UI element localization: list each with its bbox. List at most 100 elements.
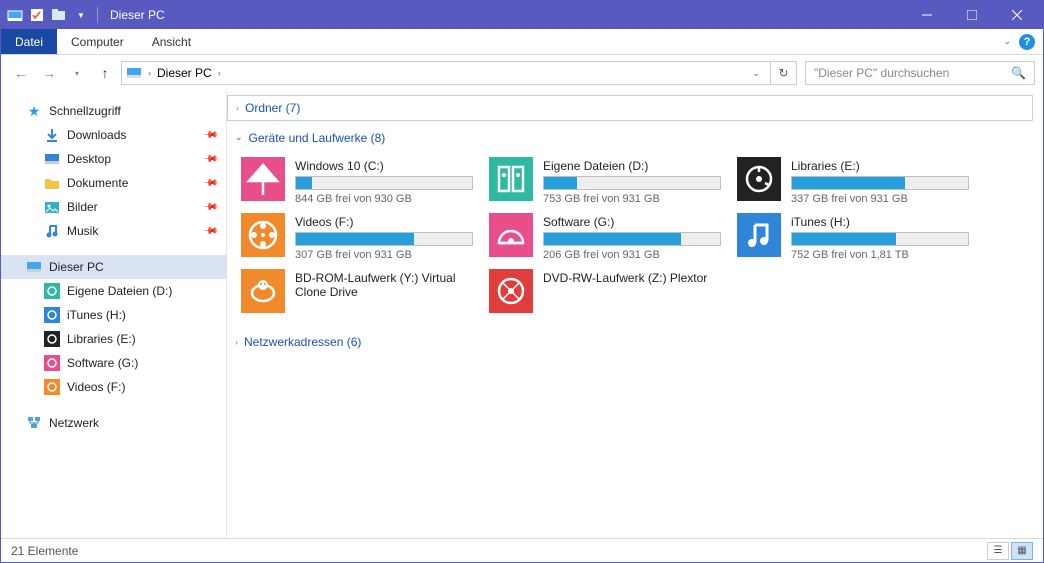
drive-tile[interactable]: BD-ROM-Laufwerk (Y:) Virtual Clone Drive [235, 265, 483, 321]
drive-tile[interactable]: DVD-RW-Laufwerk (Z:) Plextor [483, 265, 731, 321]
sidebar-network[interactable]: Netzwerk [1, 411, 226, 435]
drive-usage-bar [791, 232, 969, 246]
sidebar-quick-access[interactable]: ★ Schnellzugriff [1, 99, 226, 123]
drive-tile[interactable]: Windows 10 (C:) 844 GB frei von 930 GB [235, 153, 483, 209]
ribbon-tab-view[interactable]: Ansicht [138, 29, 205, 54]
drive-name: Windows 10 (C:) [295, 159, 477, 173]
drive-icon [241, 269, 285, 313]
drive-tile[interactable]: Videos (F:)307 GB frei von 931 GB [235, 209, 483, 265]
qat-dropdown-icon[interactable]: ▼ [71, 5, 91, 25]
back-button[interactable]: ← [9, 61, 33, 85]
sidebar-quick-item[interactable]: Dokumente📌 [1, 171, 226, 195]
sidebar-item-label: Libraries (E:) [67, 332, 136, 346]
qat-new-folder-icon[interactable] [49, 5, 69, 25]
drive-tile[interactable]: Software (G:) 206 GB frei von 931 GB [483, 209, 731, 265]
titlebar: ▼ Dieser PC [1, 1, 1043, 29]
pc-icon [25, 258, 43, 276]
drive-stat: 337 GB frei von 931 GB [791, 193, 973, 205]
refresh-button[interactable]: ↻ [771, 61, 797, 85]
sidebar-quick-item[interactable]: Downloads📌 [1, 123, 226, 147]
drive-icon [737, 213, 781, 257]
drive-tile[interactable]: Libraries (E:) 337 GB frei von 931 GB [731, 153, 979, 209]
sidebar-quick-item[interactable]: Desktop 📌 [1, 147, 226, 171]
drive-usage-bar [791, 176, 969, 190]
sidebar-item-label: Bilder [67, 200, 98, 214]
pin-icon: 📌 [201, 175, 218, 192]
sidebar-drive-item[interactable]: Eigene Dateien (D:) [1, 279, 226, 303]
folder-icon [43, 174, 61, 192]
drive-icon [43, 378, 61, 396]
ribbon-tab-computer[interactable]: Computer [57, 29, 138, 54]
drive-tile[interactable]: Eigene Dateien (D:)753 GB frei von 931 G… [483, 153, 731, 209]
drive-icon [241, 213, 285, 257]
sidebar: ★ Schnellzugriff Downloads📌Desktop📌Dokum… [1, 91, 227, 538]
group-drives[interactable]: ⌄ Geräte und Laufwerke (8) [227, 125, 1033, 151]
sidebar-drive-item[interactable]: iTunes (H:) [1, 303, 226, 327]
chevron-down-icon: ⌄ [235, 132, 243, 143]
pictures-icon [43, 198, 61, 216]
drive-icon [489, 269, 533, 313]
drive-stat: 844 GB frei von 930 GB [295, 193, 477, 205]
drive-name: DVD-RW-Laufwerk (Z:) Plextor [543, 271, 725, 285]
recent-dropdown-icon[interactable]: ▾ [65, 61, 89, 85]
sidebar-quick-item[interactable]: Musik📌 [1, 219, 226, 243]
sidebar-item-label: Downloads [67, 128, 126, 142]
drive-usage-bar [295, 232, 473, 246]
minimize-button[interactable] [904, 1, 949, 29]
pin-icon: 📌 [201, 199, 218, 216]
sidebar-item-label: Videos (F:) [67, 380, 125, 394]
drive-icon [43, 282, 61, 300]
sidebar-this-pc[interactable]: Dieser PC [1, 255, 226, 279]
close-button[interactable] [994, 1, 1039, 29]
qat-properties-icon[interactable] [27, 5, 47, 25]
ribbon-expand-icon[interactable]: ⌄ [1003, 36, 1011, 47]
sidebar-item-label: Software (G:) [67, 356, 138, 370]
chevron-right-icon: › [235, 337, 238, 347]
search-input[interactable] [814, 66, 1011, 80]
chevron-right-icon: › [236, 103, 239, 113]
address-dropdown-icon[interactable]: ⌄ [746, 68, 766, 79]
sidebar-item-label: iTunes (H:) [67, 308, 126, 322]
address-bar[interactable]: › Dieser PC › ⌄ [121, 61, 771, 85]
ribbon-tab-file[interactable]: Datei [1, 29, 57, 54]
up-button[interactable]: ↑ [93, 61, 117, 85]
group-label: Geräte und Laufwerke (8) [249, 131, 386, 145]
forward-button[interactable]: → [37, 61, 61, 85]
sidebar-item-label: Desktop [67, 152, 111, 166]
drive-name: Software (G:) [543, 215, 725, 229]
drive-icon [43, 306, 61, 324]
sidebar-drive-item[interactable]: Libraries (E:) [1, 327, 226, 351]
search-box[interactable]: 🔍 [805, 61, 1035, 85]
drive-stat: 206 GB frei von 931 GB [543, 249, 725, 261]
view-tiles-button[interactable]: ▦ [1011, 542, 1033, 560]
group-network[interactable]: › Netzwerkadressen (6) [227, 329, 1033, 355]
drive-name: Libraries (E:) [791, 159, 973, 173]
breadcrumb-root[interactable]: Dieser PC [157, 66, 212, 80]
help-icon[interactable]: ? [1019, 34, 1035, 50]
breadcrumb-chevron-icon[interactable]: › [148, 68, 151, 78]
view-details-button[interactable]: ☰ [987, 542, 1009, 560]
maximize-button[interactable] [949, 1, 994, 29]
sidebar-item-label: Netzwerk [49, 416, 99, 430]
drive-name: Videos (F:) [295, 215, 477, 229]
download-icon [43, 126, 61, 144]
system-menu-icon[interactable] [5, 5, 25, 25]
main-content: › Ordner (7) ⌄ Geräte und Laufwerke (8) … [227, 91, 1043, 538]
breadcrumb-chevron-icon[interactable]: › [218, 68, 221, 78]
qat-separator [97, 7, 98, 23]
drive-name: BD-ROM-Laufwerk (Y:) Virtual Clone Drive [295, 271, 477, 299]
pin-icon: 📌 [201, 151, 218, 168]
drive-usage-bar [543, 176, 721, 190]
search-icon[interactable]: 🔍 [1011, 66, 1026, 80]
drive-icon [43, 354, 61, 372]
group-folders[interactable]: › Ordner (7) [227, 95, 1033, 121]
statusbar: 21 Elemente ☰ ▦ [1, 538, 1043, 562]
group-label: Netzwerkadressen (6) [244, 335, 361, 349]
drive-usage-bar [295, 176, 473, 190]
sidebar-quick-item[interactable]: Bilder 📌 [1, 195, 226, 219]
sidebar-drive-item[interactable]: Videos (F:) [1, 375, 226, 399]
sidebar-drive-item[interactable]: Software (G:) [1, 351, 226, 375]
drive-icon [241, 157, 285, 201]
drive-icon [737, 157, 781, 201]
drive-tile[interactable]: iTunes (H:)752 GB frei von 1,81 TB [731, 209, 979, 265]
